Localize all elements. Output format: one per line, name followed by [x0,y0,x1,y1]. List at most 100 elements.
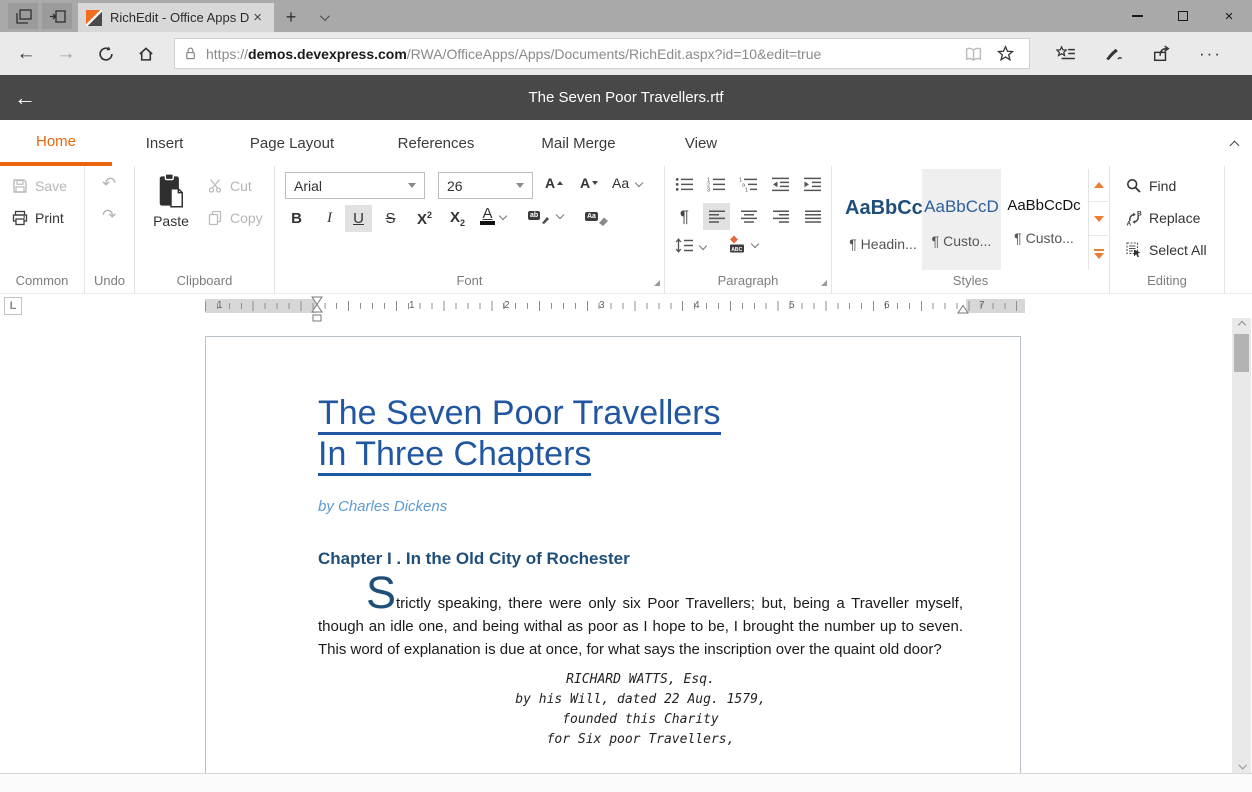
inscription-line: by his Will, dated 22 Aug. 1579, [318,690,963,710]
indent-marker-right[interactable] [957,304,969,314]
tab-references[interactable]: References [367,120,505,166]
superscript-button[interactable]: X2 [411,205,438,232]
tab-stop-selector[interactable]: L [4,297,22,315]
horizontal-scrollbar-area[interactable] [0,773,1252,792]
group-label-styles: Styles [832,273,1109,288]
tab-view[interactable]: View [652,120,750,166]
settings-more-button[interactable]: ··· [1199,44,1222,64]
cut-button[interactable]: Cut [207,178,252,194]
group-undo: ↶ ↷ Undo [85,166,135,293]
style-card-heading[interactable]: AaBbCc ¶ Headin... [845,169,921,270]
scroll-up-button[interactable] [1232,318,1251,332]
paragraph-dialog-launcher-icon[interactable] [821,280,827,286]
hub-favorites-button[interactable] [1056,45,1076,62]
find-button[interactable]: Find [1126,178,1176,194]
tab-list-chevron-icon[interactable] [308,3,338,32]
tab-page-layout[interactable]: Page Layout [217,120,367,166]
show-marks-button[interactable]: ¶ [671,203,698,230]
browser-tab[interactable]: RichEdit - Office Apps D × [78,3,274,32]
refresh-icon [97,45,115,63]
change-case-button[interactable]: Aa [612,175,642,191]
document-page[interactable]: The Seven Poor Travellers In Three Chapt… [205,336,1021,773]
ruler-number: 1 [409,300,415,311]
home-button[interactable] [126,45,166,63]
paste-button[interactable]: Paste [143,171,199,249]
ruler-number: 3 [599,300,605,311]
copy-button[interactable]: Copy [207,210,263,226]
line-spacing-button[interactable] [675,238,706,253]
align-left-button[interactable] [703,203,730,230]
back-button[interactable]: ← [6,43,46,65]
undo-button[interactable]: ↶ [102,174,116,194]
web-note-button[interactable] [1104,45,1124,62]
app-header: The Seven Poor Travellers.rtf ← [0,75,1252,120]
increase-indent-button[interactable] [803,177,822,192]
minimize-button[interactable] [1114,0,1160,32]
redo-button[interactable]: ↷ [102,206,116,226]
scrollbar-thumb[interactable] [1234,334,1249,372]
tab-preview-button[interactable] [8,3,38,29]
add-favorite-button[interactable] [997,45,1014,62]
maximize-button[interactable] [1160,0,1206,32]
indent-marker-left[interactable] [311,296,323,323]
styles-gallery-scroll [1088,169,1107,270]
save-icon [12,178,28,194]
font-color-button[interactable]: A [480,208,506,225]
grow-font-button[interactable]: A [545,175,563,191]
styles-scroll-up-button[interactable] [1089,169,1108,202]
group-editing: Find AB Replace Select All Editing [1110,166,1225,293]
group-label-undo: Undo [85,273,134,288]
new-tab-button[interactable]: + [274,3,308,32]
horizontal-ruler[interactable]: 1 1 2 3 4 5 6 7 [205,299,1025,313]
font-dialog-launcher-icon[interactable] [654,280,660,286]
decrease-indent-button[interactable] [771,177,790,192]
set-tabs-aside-button[interactable] [42,3,72,29]
dropdown-arrow-icon [516,183,524,188]
numbered-list-button[interactable]: 123 [707,177,726,192]
collapse-ribbon-button[interactable] [1231,136,1238,154]
multilevel-list-button[interactable]: 1a1 [739,177,758,192]
tab-home[interactable]: Home [0,120,112,166]
replace-button[interactable]: AB Replace [1126,210,1200,226]
style-card-custom-2[interactable]: AaBbCcDc ¶ Custo... [1002,169,1086,270]
save-button[interactable]: Save [12,178,67,194]
reading-view-button[interactable] [964,46,983,62]
align-center-button[interactable] [735,203,762,230]
underline-button[interactable]: U [345,205,372,232]
tab-mail-merge[interactable]: Mail Merge [505,120,652,166]
italic-button[interactable]: I [316,205,343,232]
clear-formatting-button[interactable]: Aa [585,206,609,226]
select-all-button[interactable]: Select All [1126,242,1207,258]
group-styles: AaBbCc ¶ Headin... AaBbCcD ¶ Custo... Aa… [832,166,1110,293]
strikethrough-button[interactable]: S [377,205,404,232]
font-family-combobox[interactable]: Arial [285,172,425,199]
group-common: Save Print Common [0,166,85,293]
numbered-list-icon: 123 [707,177,726,192]
font-size-combobox[interactable]: 26 [438,172,533,199]
bold-button[interactable]: B [283,205,310,232]
vertical-scrollbar[interactable] [1232,318,1251,773]
justify-button[interactable] [799,203,826,230]
tab-close-icon[interactable]: × [249,9,266,26]
address-bar[interactable]: https://demos.devexpress.com/RWA/OfficeA… [174,38,1030,69]
bullet-list-button[interactable] [675,177,694,192]
subscript-button[interactable]: X2 [444,205,471,232]
styles-more-button[interactable] [1089,237,1108,270]
styles-scroll-down-button[interactable] [1089,203,1108,236]
decrease-indent-icon [771,177,790,192]
group-label-font: Font [275,273,664,288]
shrink-font-button[interactable]: A [580,175,598,191]
tab-insert[interactable]: Insert [112,120,217,166]
align-right-button[interactable] [767,203,794,230]
share-button[interactable] [1152,45,1171,62]
refresh-button[interactable] [86,45,126,63]
style-card-custom-1[interactable]: AaBbCcD ¶ Custo... [922,169,1001,270]
highlight-button[interactable]: ab [528,206,563,224]
scroll-down-button[interactable] [1232,759,1251,773]
ribbon: Save Print Common ↶ ↷ Undo Pa [0,166,1252,294]
shading-button[interactable]: ABC [727,235,758,253]
chevron-down-icon [751,240,759,248]
close-button[interactable]: × [1206,0,1252,32]
print-button[interactable]: Print [12,210,64,226]
forward-button[interactable]: → [46,43,86,65]
